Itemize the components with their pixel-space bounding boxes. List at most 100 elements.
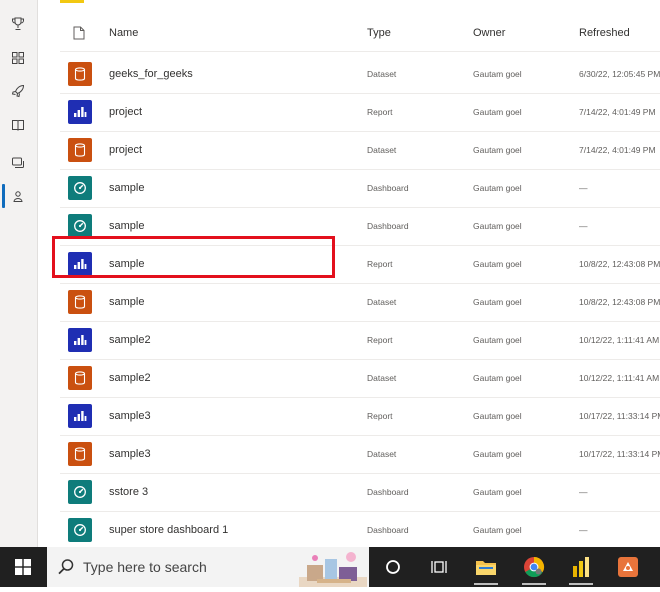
- item-type: Dataset: [367, 373, 397, 383]
- power-bi-icon[interactable]: [567, 547, 595, 587]
- table-row[interactable]: geeks_for_geeks Dataset Gautam goel 6/30/22…: [60, 56, 660, 94]
- item-name[interactable]: sample: [109, 258, 144, 270]
- table-row[interactable]: sample2 Dataset Gautam goel 10/12/22, 1:11:…: [60, 360, 660, 398]
- item-refreshed: 6/30/22, 12:05:45 PM: [579, 69, 660, 79]
- column-header-refreshed[interactable]: Refreshed: [579, 27, 630, 39]
- item-name[interactable]: geeks_for_geeks: [109, 68, 193, 80]
- column-header-name[interactable]: Name: [109, 27, 138, 39]
- item-type: Report: [367, 335, 393, 345]
- file-type-icon[interactable]: [73, 26, 85, 45]
- dataset-icon: [68, 366, 92, 390]
- item-type: Dataset: [367, 297, 397, 307]
- dataset-icon: [68, 62, 92, 86]
- item-name[interactable]: sample3: [109, 410, 151, 422]
- file-explorer-icon[interactable]: [472, 547, 500, 587]
- item-refreshed: —: [579, 525, 588, 535]
- item-type: Dashboard: [367, 487, 409, 497]
- item-type: Dashboard: [367, 221, 409, 231]
- item-name[interactable]: super store dashboard 1: [109, 524, 228, 536]
- table-row[interactable]: project Report Gautam goel 7/14/22, 4:01:49…: [60, 94, 660, 132]
- item-refreshed: 10/8/22, 12:43:08 PM: [579, 297, 660, 307]
- item-owner: Gautam goel: [473, 373, 522, 383]
- table-row[interactable]: sample Dataset Gautam goel 10/8/22, 12:43:0…: [60, 284, 660, 322]
- item-refreshed: —: [579, 221, 588, 231]
- item-type: Dataset: [367, 449, 397, 459]
- table-row[interactable]: sample3 Dataset Gautam goel 10/17/22, 11:33…: [60, 436, 660, 474]
- item-refreshed: 10/12/22, 1:11:41 AM: [579, 373, 660, 383]
- item-owner: Gautam goel: [473, 69, 522, 79]
- item-name[interactable]: sample2: [109, 372, 151, 384]
- item-owner: Gautam goel: [473, 221, 522, 231]
- item-type: Dashboard: [367, 525, 409, 535]
- item-refreshed: 7/14/22, 4:01:49 PM: [579, 107, 656, 117]
- header-divider: [60, 51, 660, 52]
- chrome-icon[interactable]: [520, 547, 548, 587]
- table-header: Name Type Owner Refreshed: [60, 16, 660, 52]
- dataset-icon: [68, 138, 92, 162]
- table-row[interactable]: sample Dashboard Gautam goel —: [60, 170, 660, 208]
- rocket-icon[interactable]: [9, 82, 27, 100]
- item-name[interactable]: sample2: [109, 334, 151, 346]
- table-row[interactable]: sample3 Report Gautam goel 10/17/22, 11:33:…: [60, 398, 660, 436]
- chrome-running-indicator: [522, 583, 546, 585]
- task-view-icon[interactable]: [426, 547, 452, 587]
- table-row[interactable]: sample2 Report Gautam goel 10/12/22, 1:11:4…: [60, 322, 660, 360]
- item-refreshed: 10/8/22, 12:43:08 PM: [579, 259, 660, 269]
- item-refreshed: —: [579, 487, 588, 497]
- app-icon[interactable]: [614, 547, 642, 587]
- column-header-owner[interactable]: Owner: [473, 27, 505, 39]
- left-nav-rail: [0, 0, 38, 547]
- search-highlight-illustration: [299, 549, 367, 592]
- item-owner: Gautam goel: [473, 411, 522, 421]
- workspace-accent-strip: [60, 0, 84, 3]
- item-refreshed: —: [579, 183, 588, 193]
- search-icon: [57, 558, 75, 581]
- item-name[interactable]: sstore 3: [109, 486, 148, 498]
- dashboard-icon: [68, 480, 92, 504]
- table-row[interactable]: project Dataset Gautam goel 7/14/22, 4:01:4…: [60, 132, 660, 170]
- dashboard-icon: [68, 214, 92, 238]
- book-icon[interactable]: [9, 116, 27, 134]
- search-placeholder: Type here to search: [83, 559, 207, 575]
- active-indicator: [2, 184, 5, 208]
- item-owner: Gautam goel: [473, 183, 522, 193]
- item-name[interactable]: project: [109, 144, 142, 156]
- table-row[interactable]: super store dashboard 1 Dashboard Gautam g…: [60, 512, 660, 550]
- item-owner: Gautam goel: [473, 449, 522, 459]
- workspaces-icon[interactable]: [9, 154, 27, 172]
- apps-icon[interactable]: [9, 49, 27, 67]
- taskbar-search-box[interactable]: Type here to search: [47, 547, 369, 587]
- item-type: Report: [367, 411, 393, 421]
- item-name[interactable]: sample: [109, 182, 144, 194]
- item-type: Dataset: [367, 145, 397, 155]
- item-refreshed: 10/17/22, 11:33:14 PM: [579, 411, 660, 421]
- report-icon: [68, 404, 92, 428]
- table-row[interactable]: sstore 3 Dashboard Gautam goel —: [60, 474, 660, 512]
- item-type: Dashboard: [367, 183, 409, 193]
- dashboard-icon: [68, 176, 92, 200]
- power-bi-running-indicator: [569, 583, 593, 585]
- item-owner: Gautam goel: [473, 525, 522, 535]
- item-name[interactable]: sample3: [109, 448, 151, 460]
- table-row[interactable]: sample Dashboard Gautam goel —: [60, 208, 660, 246]
- report-icon: [68, 100, 92, 124]
- item-refreshed: 10/17/22, 11:33:14 PM: [579, 449, 660, 459]
- windows-start-icon[interactable]: [10, 547, 36, 587]
- table-row[interactable]: sample Report Gautam goel 10/8/22, 12:43:08…: [60, 246, 660, 284]
- item-owner: Gautam goel: [473, 107, 522, 117]
- item-name[interactable]: sample: [109, 296, 144, 308]
- column-header-type[interactable]: Type: [367, 27, 391, 39]
- item-name[interactable]: project: [109, 106, 142, 118]
- cortana-circle-icon[interactable]: [380, 547, 406, 587]
- dashboard-icon: [68, 518, 92, 542]
- trophy-icon[interactable]: [9, 15, 27, 33]
- item-name[interactable]: sample: [109, 220, 144, 232]
- item-type: Report: [367, 259, 393, 269]
- my-workspace-icon[interactable]: [9, 187, 27, 205]
- report-icon: [68, 328, 92, 352]
- file-explorer-running-indicator: [474, 583, 498, 585]
- item-owner: Gautam goel: [473, 487, 522, 497]
- dataset-icon: [68, 290, 92, 314]
- item-owner: Gautam goel: [473, 145, 522, 155]
- content-list: geeks_for_geeks Dataset Gautam goel 6/30/22…: [60, 56, 660, 550]
